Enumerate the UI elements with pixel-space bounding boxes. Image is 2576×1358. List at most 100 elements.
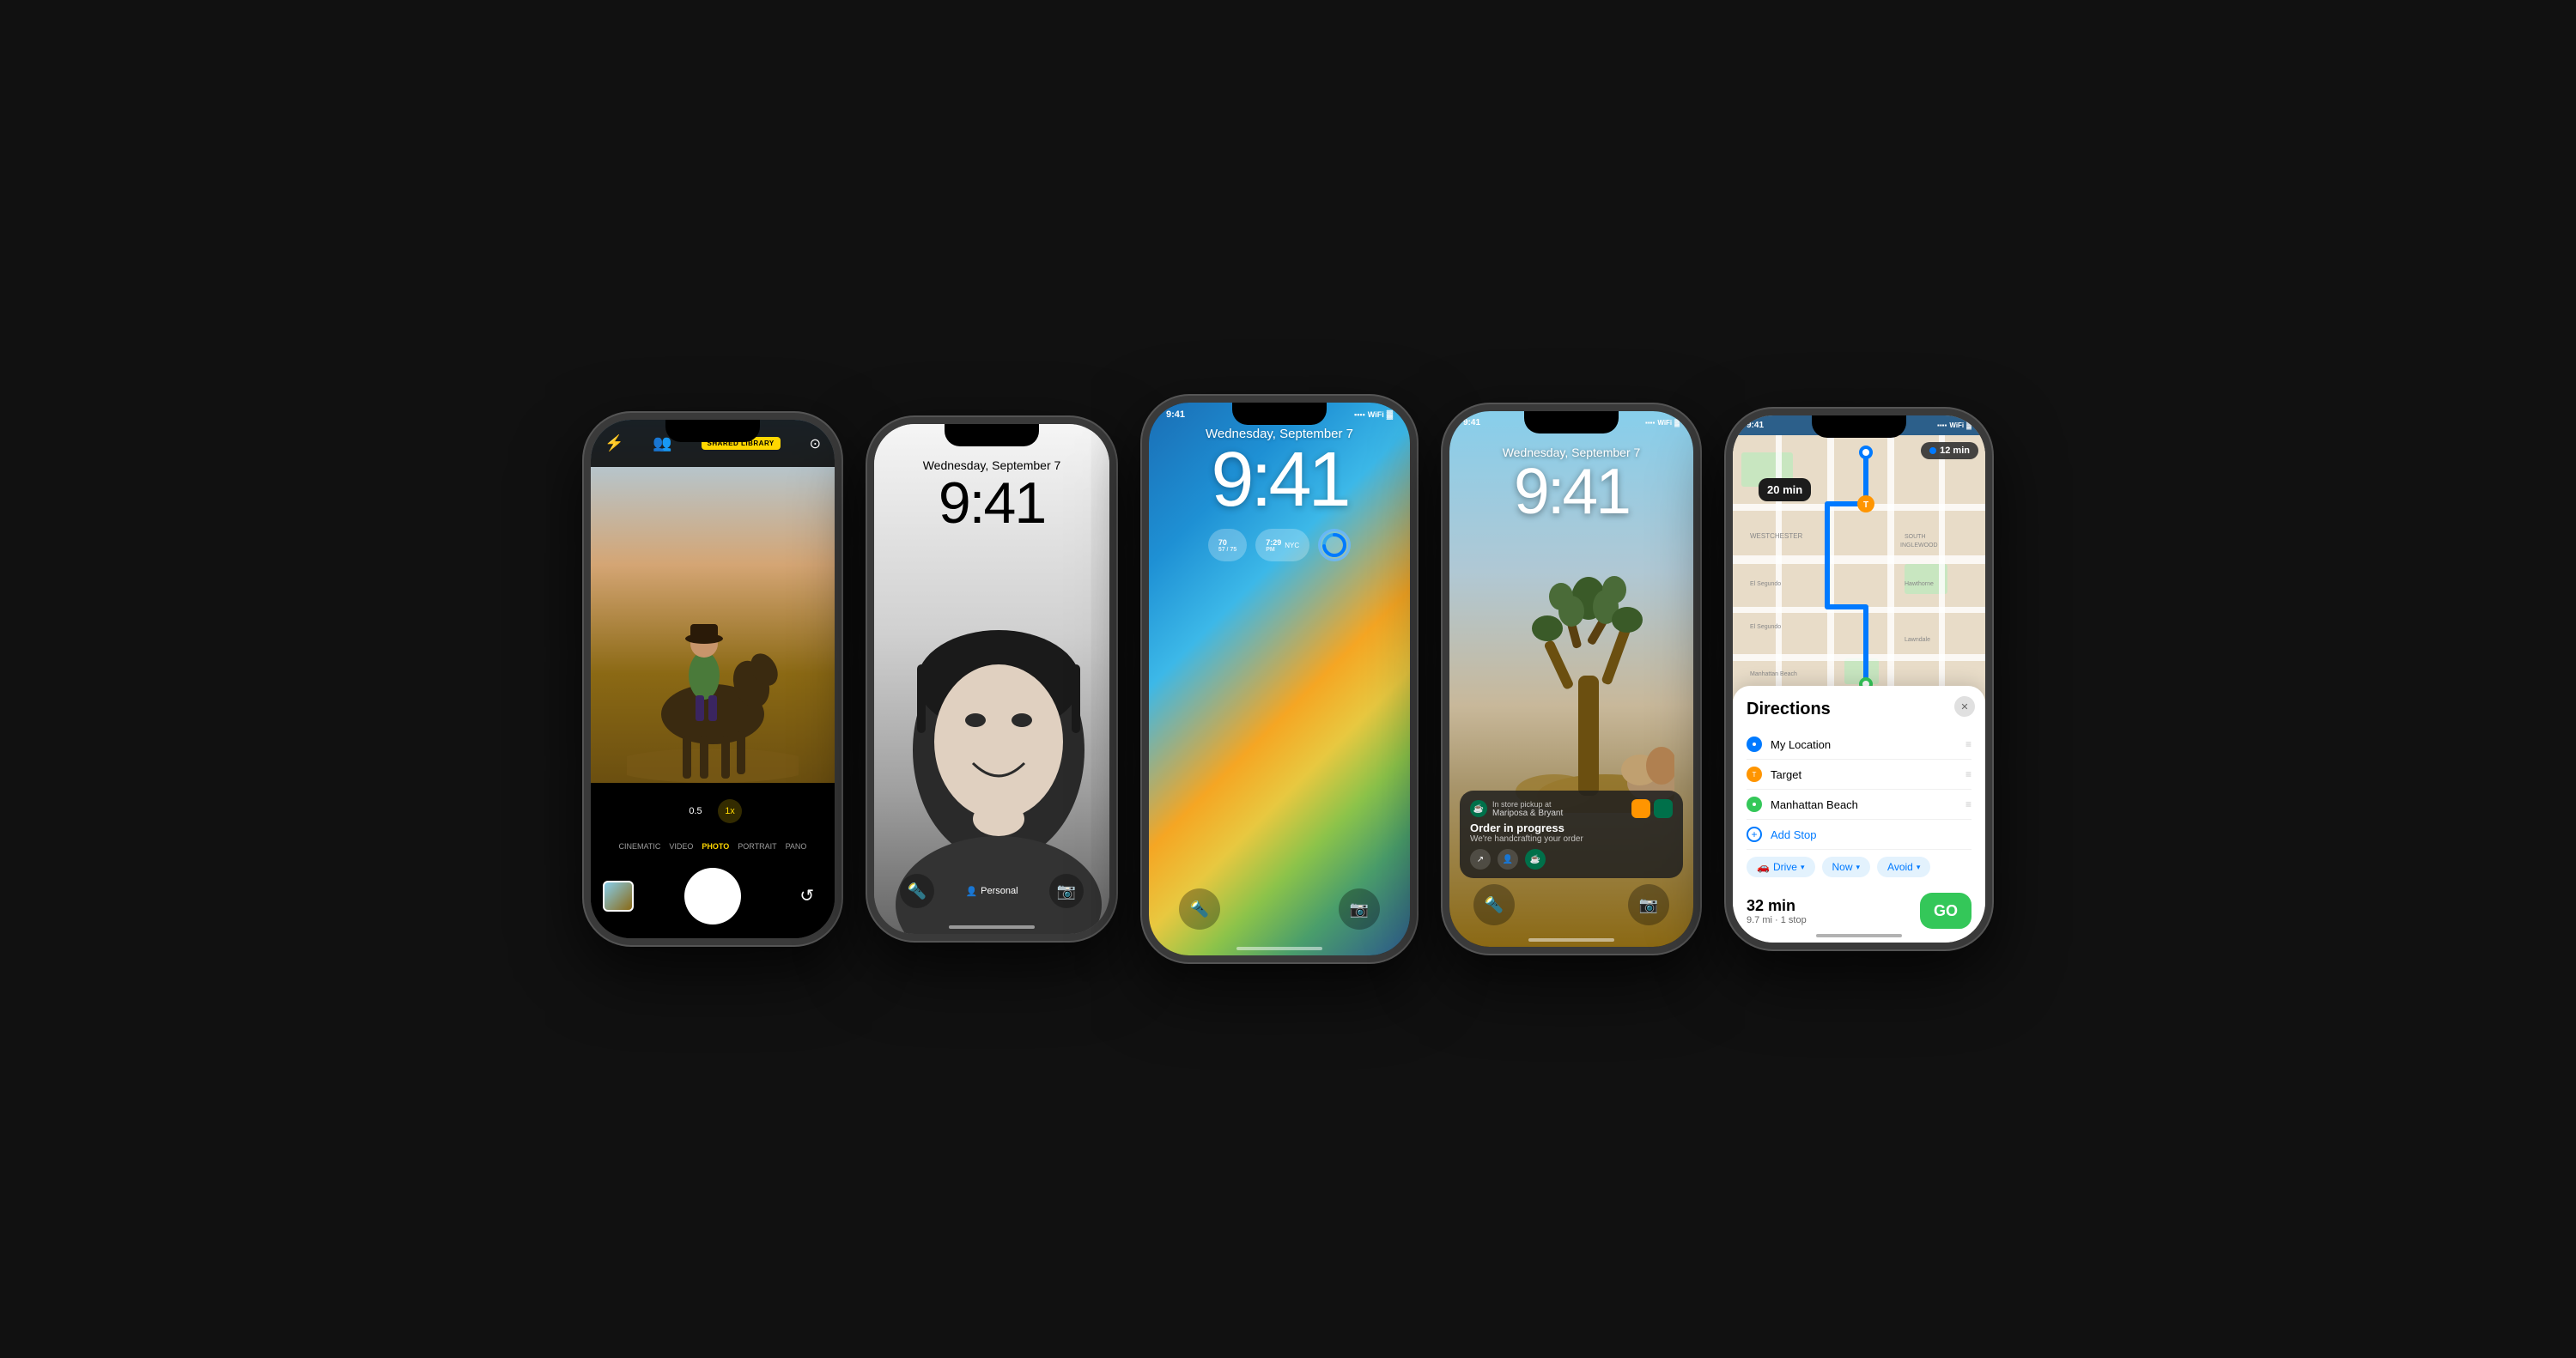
destination-icon xyxy=(1750,800,1759,809)
target-icon: T xyxy=(1750,770,1759,779)
joshua-time: 9:41 xyxy=(1449,459,1693,524)
signal-joshua: ▪▪▪▪ xyxy=(1645,419,1655,427)
camera-controls: 0.5 1x CINEMATIC VIDEO PHOTO PORTRAIT PA… xyxy=(591,783,835,938)
manhattan-beach-dot xyxy=(1747,797,1762,812)
add-stop-icon: + xyxy=(1747,827,1762,842)
home-indicator-3 xyxy=(1236,947,1322,950)
flip-camera-button[interactable]: ↺ xyxy=(792,881,823,912)
joshua-wallpaper: 9:41 ▪▪▪▪ WiFi ▓ Wednesday, September 7 … xyxy=(1449,411,1693,947)
directions-panel: ✕ Directions My Location ≡ xyxy=(1733,686,1985,943)
photo-thumbnail[interactable] xyxy=(603,881,634,912)
color-time-section: Wednesday, September 7 9:41 xyxy=(1149,420,1410,518)
video-mode[interactable]: VIDEO xyxy=(669,842,693,851)
horse-rider-svg xyxy=(627,543,799,783)
svg-text:WESTCHESTER: WESTCHESTER xyxy=(1750,532,1803,540)
camera-viewfinder xyxy=(591,420,835,783)
my-location-label: My Location xyxy=(1771,738,1957,751)
directions-title: Directions xyxy=(1747,700,1971,719)
map-view[interactable]: T WESTCHESTER SOUTH INGLEWOOD El Segundo… xyxy=(1733,435,1985,701)
zoom-0.5-button[interactable]: 0.5 xyxy=(683,799,708,823)
zoom-controls: 0.5 1x xyxy=(683,799,742,823)
time-label: Now xyxy=(1832,861,1853,873)
camera-color-button[interactable]: 📷 xyxy=(1339,888,1380,930)
svg-text:Hawthorne: Hawthorne xyxy=(1905,581,1934,587)
notch-2 xyxy=(945,424,1039,446)
notif-icon-1 xyxy=(1631,799,1650,818)
phone-joshua-tree: 9:41 ▪▪▪▪ WiFi ▓ Wednesday, September 7 … xyxy=(1443,404,1700,954)
flashlight-color-button[interactable]: 🔦 xyxy=(1179,888,1220,930)
horse-background xyxy=(591,420,835,783)
close-directions-button[interactable]: ✕ xyxy=(1954,696,1975,717)
notif-title: Order in progress xyxy=(1470,821,1673,834)
svg-text:INGLEWOOD: INGLEWOOD xyxy=(1900,543,1938,549)
maps-screen: 9:41 ▪▪▪▪ WiFi ▓ xyxy=(1733,415,1985,943)
manhattan-beach-label: Manhattan Beach xyxy=(1771,798,1957,811)
go-button[interactable]: GO xyxy=(1920,893,1971,929)
drag-handle-2: ≡ xyxy=(1965,768,1971,780)
camera-shortcut-button[interactable]: 📷 xyxy=(1049,874,1084,908)
eta-section: 32 min 9.7 mi · 1 stop xyxy=(1747,897,1807,925)
person-icon: 👤 xyxy=(965,886,977,897)
total-eta: 32 min xyxy=(1747,897,1807,915)
camera-modes: CINEMATIC VIDEO PHOTO PORTRAIT PANO xyxy=(619,842,807,851)
shutter-button[interactable] xyxy=(687,870,738,922)
transport-row: 🚗 Drive ▾ Now ▾ Avoid ▾ xyxy=(1747,849,1971,884)
notif-share-button[interactable]: 👤 xyxy=(1498,849,1518,870)
activity-ring-svg xyxy=(1321,531,1348,559)
flashlight-button[interactable]: 🔦 xyxy=(900,874,934,908)
home-indicator-4 xyxy=(1528,938,1614,942)
battery-joshua: ▓ xyxy=(1674,419,1680,427)
phone-color-lockscreen: 9:41 ▪▪▪▪ WiFi ▓ Wednesday, September 7 … xyxy=(1142,396,1417,962)
activity-widget xyxy=(1318,529,1351,561)
joshua-tree-svg xyxy=(1503,538,1674,813)
joshua-time-overlay: Wednesday, September 7 9:41 xyxy=(1449,446,1693,524)
notch-5 xyxy=(1812,415,1906,438)
eta-banner: 20 min xyxy=(1759,478,1811,501)
flashlight-joshua-button[interactable]: 🔦 xyxy=(1473,884,1515,925)
home-indicator-2 xyxy=(949,925,1035,929)
notif-icon-2 xyxy=(1654,799,1673,818)
notif-top: ☕ In store pickup at Mariposa & Bryant xyxy=(1470,799,1673,818)
svg-text:T: T xyxy=(1863,500,1868,510)
notif-actions: ↗ 👤 ☕ xyxy=(1470,849,1673,870)
notif-navigate-button[interactable]: ↗ xyxy=(1470,849,1491,870)
avoid-button[interactable]: Avoid ▾ xyxy=(1877,857,1930,877)
settings-icon[interactable]: ⊙ xyxy=(810,435,821,452)
svg-text:El Segundo: El Segundo xyxy=(1750,581,1781,587)
route-eta: 12 min xyxy=(1940,446,1970,456)
drive-label: Drive xyxy=(1773,861,1797,873)
svg-text:SOUTH: SOUTH xyxy=(1905,534,1926,540)
portrait-mode[interactable]: PORTRAIT xyxy=(738,842,776,851)
starbucks-icon: ☕ xyxy=(1470,800,1487,817)
camera-joshua-button[interactable]: 📷 xyxy=(1628,884,1669,925)
pano-mode[interactable]: PANO xyxy=(786,842,807,851)
notif-starbucks-button[interactable]: ☕ xyxy=(1525,849,1546,870)
target-dot: T xyxy=(1747,767,1762,782)
route-time-banner: 12 min xyxy=(1921,442,1978,459)
drag-handle-1: ≡ xyxy=(1965,738,1971,750)
profile-label: 👤 Personal xyxy=(965,886,1018,897)
bw-lock-bottom: 🔦 👤 Personal 📷 xyxy=(874,874,1109,908)
home-indicator-5 xyxy=(1816,934,1902,937)
clock-widget: 7:29 PM NYC xyxy=(1255,529,1309,561)
notif-store-info: In store pickup at Mariposa & Bryant xyxy=(1492,800,1563,818)
phones-container: ⚡ 👥 SHARED LIBRARY ⊙ xyxy=(550,361,2026,997)
time-button[interactable]: Now ▾ xyxy=(1822,857,1871,877)
manhattan-beach-row: Manhattan Beach ≡ xyxy=(1747,790,1971,820)
photo-mode[interactable]: PHOTO xyxy=(702,842,729,851)
target-label: Target xyxy=(1771,768,1957,781)
svg-text:El Segundo: El Segundo xyxy=(1750,624,1781,630)
lock-widgets: 70 57 / 75 7:29 PM NYC xyxy=(1149,518,1410,572)
add-stop-label: Add Stop xyxy=(1771,828,1817,841)
profile-name: Personal xyxy=(981,886,1018,896)
add-stop-button[interactable]: + Add Stop xyxy=(1747,820,1971,849)
drive-mode-button[interactable]: 🚗 Drive ▾ xyxy=(1747,857,1815,877)
phone-camera: ⚡ 👥 SHARED LIBRARY ⊙ xyxy=(584,413,841,945)
joshua-bottom: 🔦 📷 xyxy=(1449,884,1693,925)
phone-bw-lockscreen: Wednesday, September 7 9:41 🔦 👤 Personal… xyxy=(867,417,1116,941)
go-row: 32 min 9.7 mi · 1 stop GO xyxy=(1747,884,1971,929)
avoid-chevron: ▾ xyxy=(1917,863,1921,872)
my-location-dot xyxy=(1747,737,1762,752)
cinematic-mode[interactable]: CINEMATIC xyxy=(619,842,661,851)
zoom-1x-button[interactable]: 1x xyxy=(718,799,742,823)
